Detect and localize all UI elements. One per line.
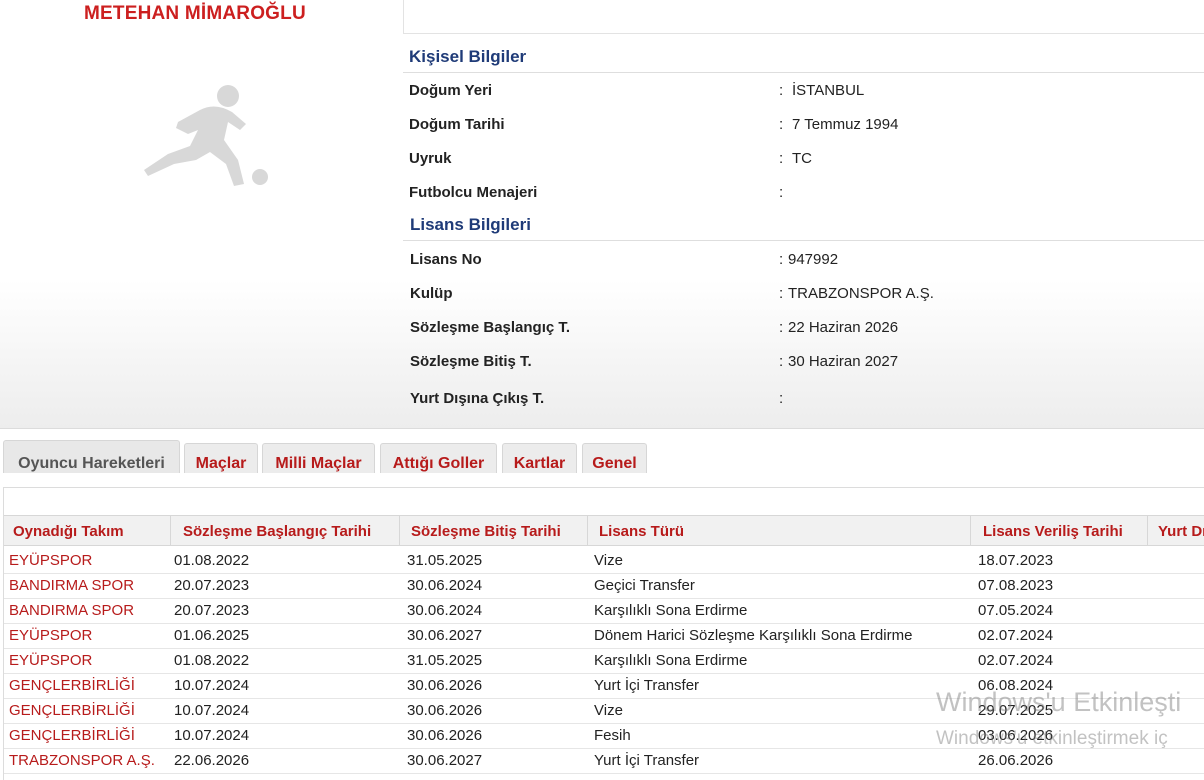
tab-general[interactable]: Genel	[582, 443, 647, 473]
section-title-license: Lisans Bilgileri	[410, 215, 531, 234]
info-label-nationality: Uyruk	[409, 150, 452, 167]
tab-cards[interactable]: Kartlar	[502, 443, 577, 473]
info-value-contract-start: 22 Haziran 2026	[788, 319, 899, 336]
activation-watermark-subtitle: Windows'u etkinleştirmek iç	[936, 728, 1168, 749]
cell-contract-end: 30.06.2026	[407, 702, 483, 719]
table-row: EYÜPSPOR 01.08.2022 31.05.2025 Karşılıkl…	[4, 648, 1204, 674]
cell-contract-start: 22.06.2026	[174, 752, 250, 769]
info-label-contract-end: Sözleşme Bitiş T.	[410, 353, 532, 370]
activation-watermark-title: Windows'u Etkinleşti	[936, 687, 1182, 717]
cell-contract-start: 10.07.2024	[174, 702, 250, 719]
cell-license-date: 26.06.2026	[978, 752, 1054, 769]
info-label-agent: Futbolcu Menajeri	[409, 184, 538, 201]
cell-license-type: Vize	[594, 702, 623, 719]
info-colon: :	[779, 285, 784, 302]
cell-license-type: Yurt İçi Transfer	[594, 677, 700, 694]
table-row: TRABZONSPOR A.Ş. 22.06.2026 30.06.2027 Y…	[4, 748, 1204, 774]
info-colon: :	[779, 390, 784, 407]
info-value-nationality: TC	[792, 150, 812, 167]
info-value-birthdate: 7 Temmuz 1994	[792, 116, 899, 133]
cell-contract-end: 30.06.2024	[407, 577, 483, 594]
column-header-team[interactable]: Oynadığı Takım	[4, 515, 171, 546]
team-link[interactable]: TRABZONSPOR A.Ş.	[9, 752, 155, 769]
cell-contract-end: 30.06.2027	[407, 627, 483, 644]
info-colon: :	[779, 150, 784, 167]
cell-license-date: 07.05.2024	[978, 602, 1054, 619]
cell-license-type: Karşılıklı Sona Erdirme	[594, 652, 748, 669]
cell-license-date: 07.08.2023	[978, 577, 1054, 594]
info-colon: :	[779, 353, 784, 370]
table-row: EYÜPSPOR 01.08.2022 31.05.2025 Vize 18.0…	[4, 548, 1204, 574]
cell-contract-end: 31.05.2025	[407, 652, 483, 669]
player-info-panel	[0, 0, 1204, 429]
team-link[interactable]: EYÜPSPOR	[9, 652, 92, 669]
divider	[403, 0, 404, 34]
column-header-license-date[interactable]: Lisans Veriliş Tarihi	[971, 515, 1148, 546]
info-label-birthdate: Doğum Tarihi	[409, 116, 505, 133]
cell-license-date: 02.07.2024	[978, 652, 1054, 669]
cell-license-type: Yurt İçi Transfer	[594, 752, 700, 769]
column-header-abroad[interactable]: Yurt Dı	[1148, 515, 1204, 546]
team-link[interactable]: GENÇLERBİRLİĞİ	[9, 702, 135, 719]
tab-goals[interactable]: Attığı Goller	[380, 443, 497, 473]
info-colon: :	[779, 184, 784, 201]
cell-license-type: Geçici Transfer	[594, 577, 695, 594]
team-link[interactable]: BANDIRMA SPOR	[9, 577, 134, 594]
cell-license-type: Fesih	[594, 727, 631, 744]
tab-matches[interactable]: Maçlar	[184, 443, 258, 473]
cell-contract-start: 20.07.2023	[174, 602, 250, 619]
column-header-license-type[interactable]: Lisans Türü	[588, 515, 971, 546]
divider	[403, 33, 1204, 34]
cell-contract-start: 10.07.2024	[174, 677, 250, 694]
cell-contract-start: 01.06.2025	[174, 627, 250, 644]
team-link[interactable]: GENÇLERBİRLİĞİ	[9, 727, 135, 744]
cell-contract-end: 30.06.2026	[407, 677, 483, 694]
info-label-contract-start: Sözleşme Başlangıç T.	[410, 319, 571, 336]
column-header-contract-start[interactable]: Sözleşme Başlangıç Tarihi	[171, 515, 400, 546]
team-link[interactable]: EYÜPSPOR	[9, 552, 92, 569]
tab-player-movements[interactable]: Oyuncu Hareketleri	[3, 440, 180, 473]
cell-contract-end: 30.06.2027	[407, 752, 483, 769]
tab-national-matches[interactable]: Milli Maçlar	[262, 443, 375, 473]
cell-contract-start: 20.07.2023	[174, 577, 250, 594]
cell-license-type: Dönem Harici Sözleşme Karşılıklı Sona Er…	[594, 627, 913, 644]
football-player-silhouette-icon	[144, 85, 268, 186]
cell-license-date: 18.07.2023	[978, 552, 1054, 569]
table-row: BANDIRMA SPOR 20.07.2023 30.06.2024 Geçi…	[4, 573, 1204, 599]
info-label-abroad-exit: Yurt Dışına Çıkış T.	[410, 390, 545, 407]
cell-contract-end: 30.06.2026	[407, 727, 483, 744]
table-row: BANDIRMA SPOR 20.07.2023 30.06.2024 Karş…	[4, 598, 1204, 624]
divider	[403, 240, 1204, 241]
info-colon: :	[779, 251, 784, 268]
cell-contract-start: 01.08.2022	[174, 552, 250, 569]
cell-contract-end: 30.06.2024	[407, 602, 483, 619]
team-link[interactable]: GENÇLERBİRLİĞİ	[9, 677, 135, 694]
info-value-birthplace: İSTANBUL	[792, 82, 865, 99]
team-link[interactable]: EYÜPSPOR	[9, 627, 92, 644]
cell-license-type: Karşılıklı Sona Erdirme	[594, 602, 748, 619]
cell-contract-end: 31.05.2025	[407, 552, 483, 569]
column-header-contract-end[interactable]: Sözleşme Bitiş Tarihi	[400, 515, 588, 546]
info-value-club: TRABZONSPOR A.Ş.	[788, 285, 934, 302]
player-name: METEHAN MİMAROĞLU	[84, 3, 306, 24]
team-link[interactable]: BANDIRMA SPOR	[9, 602, 134, 619]
cell-license-type: Vize	[594, 552, 623, 569]
info-label-birthplace: Doğum Yeri	[409, 82, 493, 99]
info-colon: :	[779, 82, 784, 99]
info-colon: :	[779, 116, 784, 133]
cell-contract-start: 10.07.2024	[174, 727, 250, 744]
info-label-club: Kulüp	[410, 285, 453, 302]
section-title-personal: Kişisel Bilgiler	[409, 47, 527, 66]
cell-contract-start: 01.08.2022	[174, 652, 250, 669]
info-colon: :	[779, 319, 784, 336]
info-label-license-no: Lisans No	[410, 251, 482, 268]
info-value-license-no: 947992	[788, 251, 839, 268]
divider	[403, 72, 1204, 73]
table-row: EYÜPSPOR 01.06.2025 30.06.2027 Dönem Har…	[4, 623, 1204, 649]
info-value-contract-end: 30 Haziran 2027	[788, 353, 899, 370]
cell-license-date: 02.07.2024	[978, 627, 1054, 644]
